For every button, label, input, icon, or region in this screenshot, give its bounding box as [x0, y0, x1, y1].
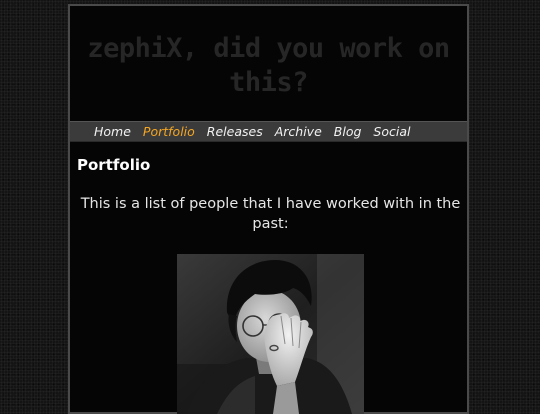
nav-item-blog[interactable]: Blog — [334, 124, 362, 139]
nav-item-social[interactable]: Social — [373, 124, 410, 139]
page-container: zephiX, did you work on this? Home Portf… — [68, 4, 469, 414]
page-heading: Portfolio — [77, 156, 151, 174]
site-title: zephiX, did you work on this? — [87, 33, 450, 98]
portfolio-photo — [177, 254, 364, 414]
nav-item-archive[interactable]: Archive — [275, 124, 322, 139]
person-photo-image — [177, 254, 364, 414]
nav-item-portfolio[interactable]: Portfolio — [143, 124, 195, 139]
main-nav: Home Portfolio Releases Archive Blog Soc… — [70, 121, 467, 142]
intro-text: This is a list of people that I have wor… — [80, 196, 461, 232]
nav-item-releases[interactable]: Releases — [207, 124, 263, 139]
nav-item-home[interactable]: Home — [94, 124, 131, 139]
